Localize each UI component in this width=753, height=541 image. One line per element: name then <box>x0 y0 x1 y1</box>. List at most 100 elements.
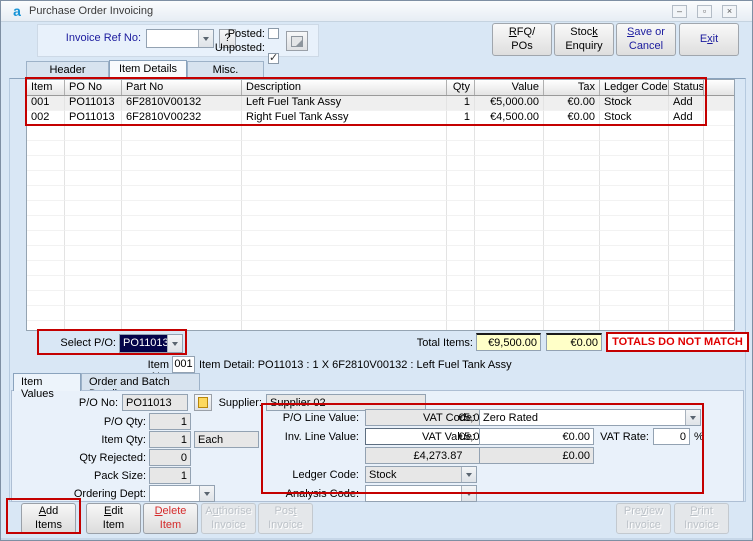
table-row[interactable] <box>27 231 734 246</box>
cell-filler <box>704 276 734 291</box>
inv-line-value-label: Inv. Line Value: <box>284 431 359 443</box>
cell-po_no <box>65 321 122 330</box>
table-row[interactable] <box>27 216 734 231</box>
cell-qty <box>447 291 475 306</box>
tab-header-details[interactable]: Header Details <box>26 61 109 88</box>
cell-qty: 1 <box>447 96 475 111</box>
col-item[interactable]: Item <box>27 80 65 95</box>
table-row[interactable] <box>27 291 734 306</box>
cell-filler <box>704 261 734 276</box>
cell-item <box>27 276 65 291</box>
analysis-code-combo[interactable] <box>365 485 477 502</box>
table-row[interactable] <box>27 186 734 201</box>
table-row[interactable]: 001 PO11013 6F2810V00132 Left Fuel Tank Ass… <box>27 96 734 111</box>
pack-size-field: 1 <box>149 467 191 484</box>
posted-checkbox[interactable] <box>268 28 279 39</box>
save-or-cancel-button[interactable]: Save or Cancel <box>616 23 676 56</box>
cell-tax <box>544 276 600 291</box>
cell-value <box>475 186 544 201</box>
cell-ledger: Stock <box>600 111 669 126</box>
cell-filler <box>704 111 734 126</box>
cell-value <box>475 276 544 291</box>
table-row[interactable] <box>27 141 734 156</box>
cell-qty <box>447 171 475 186</box>
vat-rate-field[interactable]: 0 <box>653 428 690 445</box>
tab-item-values[interactable]: Item Values <box>13 373 81 400</box>
item-qty-label: Item Qty: <box>101 434 146 446</box>
col-status[interactable]: Status <box>669 80 704 95</box>
cell-value <box>475 291 544 306</box>
item-unit-field: Each <box>194 431 259 448</box>
cell-status <box>669 156 704 171</box>
tab-order-batch-details[interactable]: Order and Batch Details <box>81 373 200 400</box>
po-qty-field: 1 <box>149 413 191 430</box>
table-row[interactable]: 002 PO11013 6F2810V00232 Right Fuel Tank As… <box>27 111 734 126</box>
analysis-code-value <box>366 486 461 501</box>
cell-description <box>242 291 447 306</box>
cell-po_no <box>65 216 122 231</box>
vat-code-combo[interactable]: Zero Rated <box>479 409 701 426</box>
minimize-icon[interactable]: – <box>672 5 687 18</box>
select-po-combo[interactable]: PO11013 <box>119 334 183 353</box>
table-row[interactable] <box>27 156 734 171</box>
table-row[interactable] <box>27 246 734 261</box>
po-no-label: P/O No: <box>78 397 118 409</box>
report-button[interactable] <box>286 31 308 51</box>
cell-item <box>27 126 65 141</box>
delete-item-button[interactable]: Delete Item <box>143 503 198 534</box>
stock-enquiry-button[interactable]: Stock Enquiry <box>554 23 614 56</box>
cell-status <box>669 231 704 246</box>
cell-value <box>475 141 544 156</box>
cell-status: Add <box>669 111 704 126</box>
col-tax[interactable]: Tax <box>544 80 600 95</box>
table-row[interactable] <box>27 261 734 276</box>
close-icon[interactable]: × <box>722 5 737 18</box>
tab-item-details[interactable]: Item Details <box>109 60 187 79</box>
chevron-down-icon[interactable] <box>167 335 182 352</box>
cell-value <box>475 246 544 261</box>
cell-status <box>669 141 704 156</box>
col-part-no[interactable]: Part No <box>122 80 242 95</box>
cell-description <box>242 186 447 201</box>
chevron-down-icon[interactable] <box>461 467 476 482</box>
chevron-down-icon[interactable] <box>461 486 476 501</box>
cell-description <box>242 141 447 156</box>
chevron-down-icon[interactable] <box>199 486 214 501</box>
col-qty[interactable]: Qty <box>447 80 475 95</box>
items-table: Item PO No Part No Description Qty Value… <box>26 79 735 331</box>
chevron-down-icon[interactable] <box>685 410 700 425</box>
exit-button[interactable]: Exit <box>679 23 739 56</box>
vat-value-field[interactable]: €0.00 <box>479 428 594 445</box>
table-row[interactable] <box>27 201 734 216</box>
tab-misc-details[interactable]: Misc. Details <box>187 61 264 88</box>
cell-status <box>669 291 704 306</box>
col-ledger-code[interactable]: Ledger Code <box>600 80 669 95</box>
cell-value <box>475 156 544 171</box>
cell-po_no <box>65 156 122 171</box>
table-row[interactable] <box>27 126 734 141</box>
rfq-pos-button[interactable]: RFQ/ POs <box>492 23 552 56</box>
edit-item-button[interactable]: Edit Item <box>86 503 141 534</box>
table-row[interactable] <box>27 321 734 330</box>
cell-tax <box>544 171 600 186</box>
cell-qty <box>447 201 475 216</box>
table-row[interactable] <box>27 276 734 291</box>
cell-description <box>242 276 447 291</box>
add-items-button[interactable]: Add Items <box>21 503 76 534</box>
cell-value <box>475 321 544 330</box>
maximize-icon[interactable]: ▫ <box>697 5 712 18</box>
col-value[interactable]: Value <box>475 80 544 95</box>
cell-po_no: PO11013 <box>65 111 122 126</box>
cell-part_no <box>122 141 242 156</box>
ordering-dept-combo[interactable] <box>149 485 215 502</box>
table-row[interactable] <box>27 171 734 186</box>
table-row[interactable] <box>27 306 734 321</box>
item-qty-field[interactable]: 1 <box>149 431 191 448</box>
total-items-label: Total Items: <box>416 337 473 349</box>
col-description[interactable]: Description <box>242 80 447 95</box>
cell-filler <box>704 231 734 246</box>
analysis-code-label: Analysis Code: <box>285 488 359 500</box>
ledger-code-combo[interactable]: Stock <box>365 466 477 483</box>
col-po-no[interactable]: PO No <box>65 80 122 95</box>
unposted-checkbox[interactable] <box>268 51 279 64</box>
